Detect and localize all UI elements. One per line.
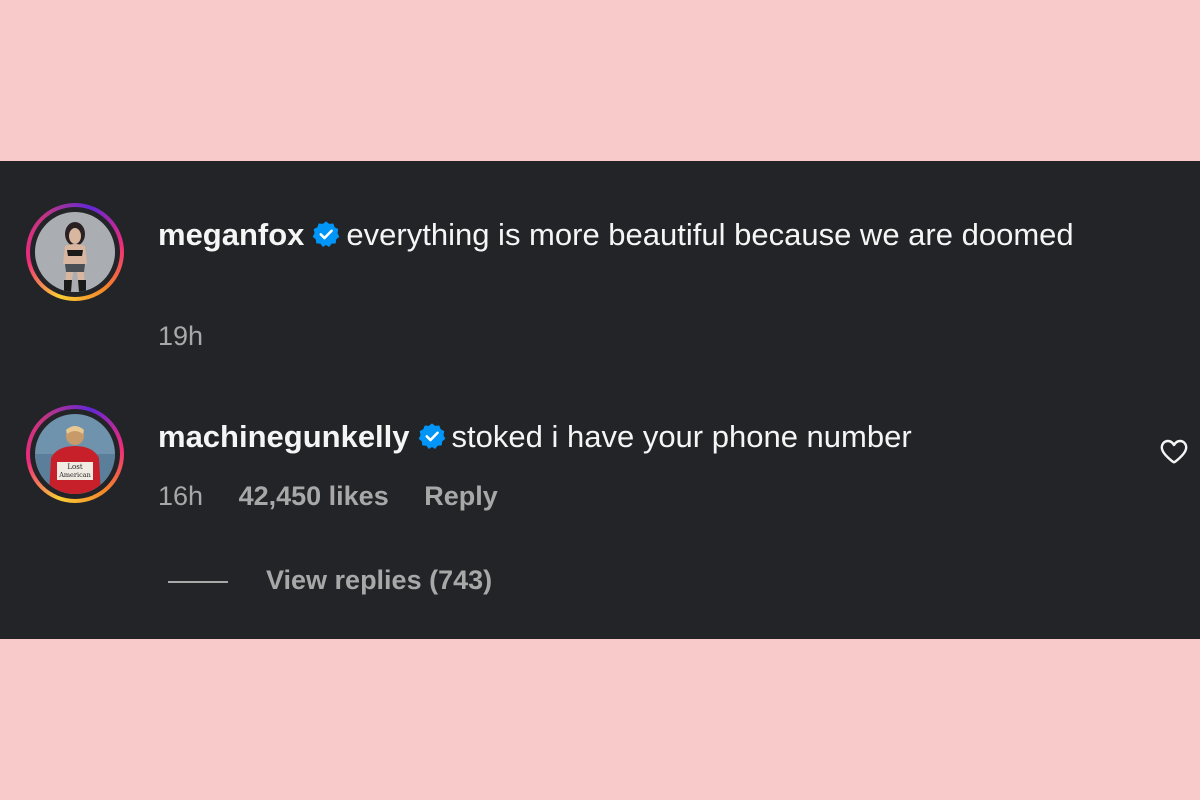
comment-body: machinegunkelly stoked i have your phone … — [158, 415, 1088, 459]
verified-badge-icon — [313, 221, 340, 248]
reply-button[interactable]: Reply — [424, 481, 498, 511]
comments-panel: meganfox everything is more beautiful bec… — [0, 161, 1200, 639]
replies-divider-line — [168, 580, 228, 583]
username[interactable]: machinegunkelly — [158, 419, 410, 454]
likes-count[interactable]: 42,450 likes — [239, 481, 389, 511]
timestamp: 16h — [158, 481, 204, 511]
comment-body: meganfox everything is more beautiful bec… — [158, 213, 1088, 257]
heart-outline-icon[interactable] — [1158, 435, 1190, 467]
comment-meta: 19h — [158, 321, 231, 352]
avatar-machinegunkelly[interactable]: Lost American — [26, 405, 124, 503]
avatar-photo — [35, 212, 115, 292]
timestamp: 19h — [158, 321, 204, 351]
comment-text: everything is more beautiful because we … — [346, 217, 1074, 252]
view-replies-button[interactable]: View replies (743) — [168, 565, 492, 605]
avatar-text-line2: American — [58, 471, 91, 479]
avatar-text-line1: Lost — [67, 463, 82, 471]
avatar-meganfox[interactable] — [26, 203, 124, 301]
comment-text: stoked i have your phone number — [451, 419, 912, 454]
view-replies-label: View replies (743) — [266, 565, 493, 595]
avatar-photo: Lost American — [35, 414, 115, 494]
comment-meta: 16h 42,450 likes Reply — [158, 481, 526, 512]
username[interactable]: meganfox — [158, 217, 304, 252]
verified-badge-icon — [418, 423, 445, 450]
